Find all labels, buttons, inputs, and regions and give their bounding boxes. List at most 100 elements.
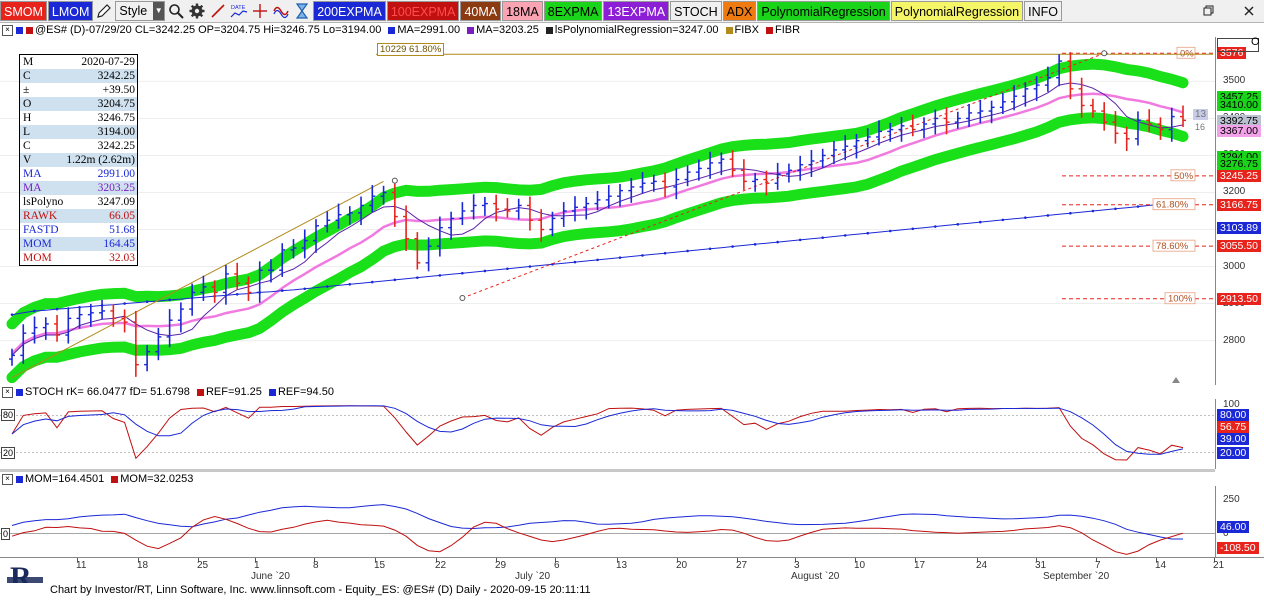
data-window-value: 2020-07-29: [81, 56, 135, 68]
swing-marker: [1101, 50, 1108, 57]
trendline-icon[interactable]: [208, 1, 228, 21]
stoch-button[interactable]: STOCH: [670, 1, 722, 21]
ma-dot: [303, 287, 307, 291]
scroll-marker-icon: [1172, 377, 1180, 383]
data-window-value: 3203.25: [97, 182, 135, 194]
mom-label: -108.50: [1217, 541, 1259, 554]
style-label: Style: [119, 4, 148, 18]
style-dropdown[interactable]: Style ▼: [115, 1, 166, 21]
fib-pct-label: 61.80%: [1156, 200, 1189, 211]
data-window-key: M: [23, 56, 34, 68]
ma-dot: [506, 267, 509, 271]
color-swatch-icon: [26, 26, 33, 34]
200expma-button[interactable]: 200EXPMA: [313, 1, 386, 21]
poly-readout: lsPolynomialRegression=3247.00: [554, 24, 719, 36]
ma-dot: [371, 280, 374, 284]
smom-button[interactable]: SMOM: [0, 1, 47, 21]
date-icon[interactable]: DATE: [229, 1, 249, 21]
40ma-button[interactable]: 40MA: [460, 1, 502, 21]
ma-dot: [168, 298, 171, 302]
restore-icon[interactable]: [1200, 2, 1218, 20]
stoch-readout: STOCH rK= 66.0477 fD= 51.6798: [25, 386, 190, 398]
stoch-label: 20.00: [1217, 446, 1250, 459]
ma-dot: [348, 283, 352, 286]
info-button[interactable]: INFO: [1024, 1, 1062, 21]
data-window-row: ± +39.50: [20, 83, 137, 97]
gear-icon[interactable]: [187, 1, 207, 21]
color-swatch-icon: [16, 26, 23, 34]
data-window-row: O 3204.75: [20, 97, 137, 111]
magnifier-icon[interactable]: [166, 1, 186, 21]
date-tick-label: 14: [1155, 560, 1167, 571]
fib-label: 10229 61.80%: [377, 43, 445, 56]
13expma-button[interactable]: 13EXPMA: [603, 1, 670, 21]
chevron-down-icon: ▼: [153, 2, 165, 20]
100expma-button[interactable]: 100EXPMA: [386, 1, 460, 21]
pencil-icon[interactable]: [94, 1, 114, 21]
date-tick-label: 13: [616, 560, 628, 571]
data-window-value: 3242.25: [97, 140, 135, 152]
ma-dot: [663, 251, 667, 255]
mom-label: 46.00: [1217, 521, 1250, 534]
ma-readout: MA=2991.00: [397, 24, 461, 36]
close-pane-icon[interactable]: ×: [2, 386, 13, 398]
8expma-button[interactable]: 8EXPMA: [543, 1, 603, 21]
ma-dot: [798, 238, 802, 242]
lmom-button[interactable]: LMOM: [47, 1, 94, 21]
mom-tick-label: 250: [1223, 494, 1240, 505]
mom1-swatch-icon: [16, 475, 23, 483]
price-label: 3245.25: [1217, 169, 1261, 182]
stochastic-chart[interactable]: [0, 399, 1215, 469]
ma-dot: [33, 309, 36, 313]
date-tick-label: 18: [137, 560, 149, 571]
mom-axis: 250046.00-108.50: [1215, 486, 1264, 557]
mom2-readout: MOM=32.0253: [120, 473, 194, 485]
crosshair-icon[interactable]: [250, 1, 270, 21]
toolbar: SMOM LMOM Style ▼ DATE 200EXPMA 100EXPMA …: [0, 0, 1264, 23]
data-window-row: FASTD 51.68: [20, 223, 137, 237]
data-window-key: L: [23, 126, 31, 138]
fib-pct-label: 50%: [1174, 171, 1194, 182]
month-label: July `20: [515, 571, 551, 582]
price-chart[interactable]: 0% 50% 61.80% 78.60% 100%: [0, 37, 1215, 385]
close-icon[interactable]: [1240, 2, 1258, 20]
position-tag: 16: [1195, 121, 1206, 132]
18ma-button[interactable]: 18MA: [502, 1, 543, 21]
ma-dot: [416, 276, 419, 279]
date-tick-label: 17: [914, 560, 926, 571]
ma-dot: [325, 285, 329, 288]
fib-top-circle: O: [1251, 36, 1260, 48]
ma-swatch-icon: [388, 26, 396, 34]
price-axis: 3500340033003200310030002900280035763457…: [1193, 36, 1264, 385]
ma-dot: [821, 236, 824, 239]
date-tick-label: 6: [554, 560, 560, 571]
ma-dot: [1114, 207, 1117, 211]
momentum-chart[interactable]: [0, 486, 1215, 557]
date-tick-label: 24: [976, 560, 988, 571]
date-tick-label: 8: [313, 560, 319, 571]
data-window-row: lsPolyno 3247.09: [20, 195, 137, 209]
fib-pct-label: 78.60%: [1156, 241, 1189, 252]
ma-dot: [573, 260, 577, 264]
data-window-row: H 3246.75: [20, 111, 137, 125]
hourglass-icon[interactable]: [292, 1, 312, 21]
fibx-swatch-icon: [725, 26, 733, 34]
ma-dot: [235, 292, 239, 296]
data-window-value: 3247.09: [97, 196, 135, 208]
ma-dot: [461, 271, 464, 275]
price-axis-border: [1215, 37, 1216, 385]
close-pane-icon[interactable]: ×: [2, 24, 13, 36]
close-pane-icon[interactable]: ×: [2, 473, 13, 485]
polynomial-regression-button-yellow[interactable]: PolynomialRegression: [890, 1, 1024, 21]
wave-icon[interactable]: [271, 1, 291, 21]
price-tick-label: 3500: [1223, 75, 1246, 87]
price-tick-label: 2800: [1223, 334, 1246, 346]
svg-text:DATE: DATE: [231, 5, 246, 11]
ma-dot: [933, 225, 937, 228]
adx-button[interactable]: ADX: [722, 1, 757, 21]
polynomial-regression-button-green[interactable]: PolynomialRegression: [757, 1, 890, 21]
mom-left-tick: 0: [1, 527, 11, 540]
stoch-rawk-line: [11, 405, 1184, 461]
ref1-readout: REF=91.25: [205, 386, 262, 398]
data-window-row: MA 2991.00: [20, 167, 137, 181]
